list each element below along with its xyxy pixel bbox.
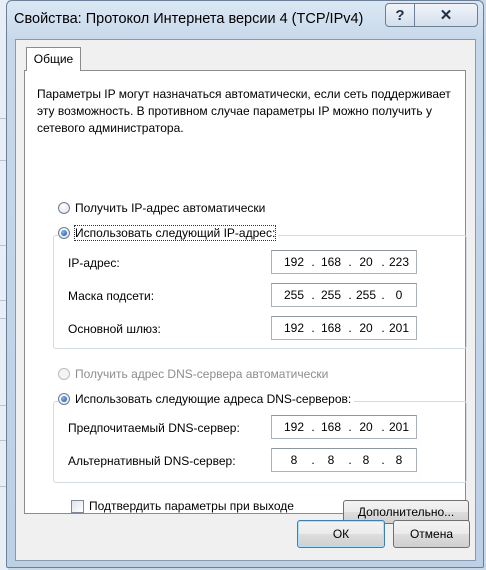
alternate-dns-field[interactable]: 8 . 8 . 8 . 8 [271, 448, 417, 472]
alternate-dns-octet-4[interactable]: 8 [385, 453, 413, 467]
help-icon: ? [395, 6, 405, 24]
octet-separator: . [311, 255, 315, 269]
dns-auto-radio[interactable] [58, 368, 70, 380]
octet-separator: . [311, 321, 315, 335]
ip-address-field[interactable]: 192 . 168 . 20 . 223 [271, 250, 417, 274]
ip-manual-label: Использовать следующий IP-адрес: [73, 225, 277, 241]
dns-manual-label: Использовать следующие адреса DNS-сервер… [75, 392, 352, 406]
octet-separator: . [311, 453, 315, 467]
ip-auto-radio[interactable] [58, 202, 70, 214]
ok-button[interactable]: ОК [297, 520, 385, 548]
window-title: Свойства: Протокол Интернета версии 4 (T… [14, 11, 364, 27]
ip-address-octet-3[interactable]: 20 [352, 255, 380, 269]
ip-address-octet-4[interactable]: 223 [385, 255, 413, 269]
ip-address-octet-2[interactable]: 168 [317, 255, 345, 269]
help-button[interactable]: ? [385, 3, 415, 27]
preferred-dns-field[interactable]: 192 . 168 . 20 . 201 [271, 415, 417, 439]
subnet-mask-octet-3[interactable]: 255 [352, 288, 380, 302]
validate-on-exit-option[interactable]: Подтвердить параметры при выходе [71, 499, 294, 513]
alternate-dns-label: Альтернативный DNS-сервер: [68, 454, 236, 468]
preferred-dns-octet-2[interactable]: 168 [317, 420, 345, 434]
tab-general[interactable]: Общие [26, 47, 81, 71]
subnet-mask-octet-4[interactable]: 0 [385, 288, 413, 302]
title-bar[interactable]: Свойства: Протокол Интернета версии 4 (T… [7, 1, 483, 39]
gateway-octet-1[interactable]: 192 [280, 321, 308, 335]
ip-address-label: IP-адрес: [68, 256, 120, 270]
gateway-octet-3[interactable]: 20 [352, 321, 380, 335]
preferred-dns-octet-1[interactable]: 192 [280, 420, 308, 434]
alternate-dns-octet-3[interactable]: 8 [352, 453, 380, 467]
preferred-dns-label: Предпочитаемый DNS-сервер: [68, 421, 240, 435]
preferred-dns-octet-4[interactable]: 201 [385, 420, 413, 434]
subnet-mask-octet-1[interactable]: 255 [280, 288, 308, 302]
validate-on-exit-label: Подтвердить параметры при выходе [89, 499, 294, 513]
ip-auto-option[interactable]: Получить IP-адрес автоматически [58, 201, 269, 215]
subnet-mask-field[interactable]: 255 . 255 . 255 . 0 [271, 283, 417, 307]
ip-auto-label: Получить IP-адрес автоматически [75, 201, 266, 215]
validate-on-exit-checkbox[interactable] [71, 499, 84, 513]
close-icon: ✕ [439, 7, 453, 24]
ipv4-properties-dialog: Свойства: Протокол Интернета версии 4 (T… [6, 0, 484, 568]
default-gateway-label: Основной шлюз: [68, 322, 161, 336]
ip-manual-radio[interactable] [58, 227, 70, 239]
dns-auto-label: Получить адрес DNS-сервера автоматически [75, 367, 329, 381]
description-text: Параметры IP могут назначаться автоматич… [37, 87, 451, 135]
gateway-octet-4[interactable]: 201 [385, 321, 413, 335]
close-button[interactable]: ✕ [414, 3, 478, 27]
gateway-octet-2[interactable]: 168 [317, 321, 345, 335]
subnet-mask-label: Маска подсети: [68, 289, 155, 303]
cancel-button[interactable]: Отмена [393, 520, 470, 548]
default-gateway-field[interactable]: 192 . 168 . 20 . 201 [271, 316, 417, 340]
ip-manual-option[interactable]: Использовать следующий IP-адрес: [58, 225, 279, 241]
dns-manual-option[interactable]: Использовать следующие адреса DNS-сервер… [58, 392, 355, 406]
preferred-dns-octet-3[interactable]: 20 [352, 420, 380, 434]
subnet-mask-octet-2[interactable]: 255 [317, 288, 345, 302]
alternate-dns-octet-2[interactable]: 8 [317, 453, 345, 467]
octet-separator: . [311, 420, 315, 434]
dialog-body: Общие Параметры IP могут назначаться авт… [15, 39, 476, 561]
dns-auto-option[interactable]: Получить адрес DNS-сервера автоматически [58, 367, 332, 381]
dns-manual-radio[interactable] [58, 393, 70, 405]
octet-separator: . [311, 288, 315, 302]
alternate-dns-octet-1[interactable]: 8 [280, 453, 308, 467]
ip-address-octet-1[interactable]: 192 [280, 255, 308, 269]
general-tab-panel: Параметры IP могут назначаться автоматич… [24, 70, 469, 524]
